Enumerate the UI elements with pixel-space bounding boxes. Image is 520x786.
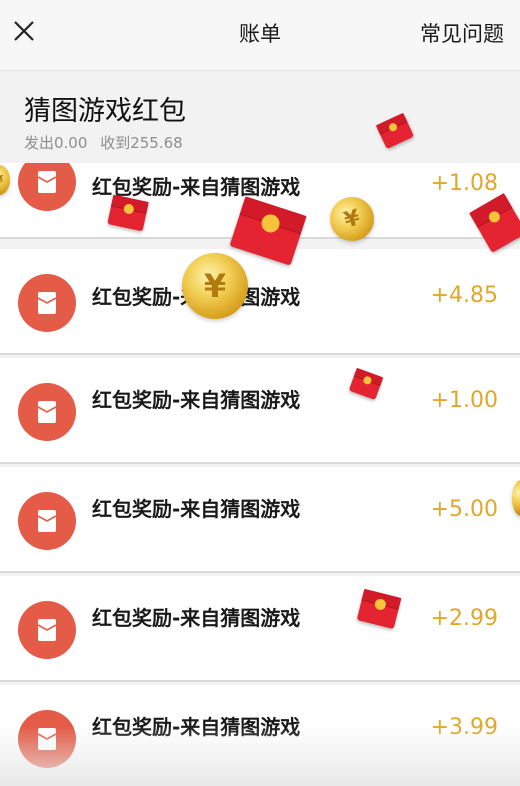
transaction-label: 红包奖励-来自猜图游戏 bbox=[92, 388, 301, 412]
transaction-label: 红包奖励-来自猜图游戏 bbox=[92, 175, 301, 199]
red-envelope-icon bbox=[18, 710, 76, 768]
transaction-list: 红包奖励-来自猜图游戏 +1.08 红包奖励-来自猜图游戏 +4.85 红包奖励… bbox=[0, 163, 520, 786]
game-title: 猜图游戏红包 bbox=[24, 96, 186, 127]
red-envelope-icon bbox=[18, 163, 76, 211]
summary-stats: 发出0.00 收到255.68 bbox=[24, 132, 191, 153]
transaction-label: 红包奖励-来自猜图游戏 bbox=[92, 715, 301, 739]
summary-section: 猜图游戏红包 发出0.00 收到255.68 bbox=[0, 71, 520, 161]
red-envelope-icon bbox=[18, 383, 76, 441]
transaction-amount: +1.08 bbox=[430, 171, 498, 196]
transaction-amount: +2.99 bbox=[430, 606, 498, 631]
top-nav-bar: 账单 常见问题 bbox=[0, 0, 520, 71]
transaction-label: 红包奖励-来自猜图游戏 bbox=[92, 606, 301, 630]
red-envelope-icon bbox=[18, 601, 76, 659]
transaction-amount: +5.00 bbox=[430, 497, 498, 522]
transaction-amount: +4.85 bbox=[430, 283, 498, 308]
transaction-amount: +1.00 bbox=[430, 388, 498, 413]
gold-coin-icon: ¥ bbox=[182, 253, 248, 319]
list-item[interactable]: 红包奖励-来自猜图游戏 +5.00 bbox=[0, 467, 520, 573]
red-envelope-icon bbox=[18, 274, 76, 332]
faq-link[interactable]: 常见问题 bbox=[420, 18, 504, 48]
sent-total: 发出0.00 bbox=[24, 134, 88, 152]
red-envelope-icon bbox=[18, 492, 76, 550]
list-item[interactable]: 红包奖励-来自猜图游戏 +3.99 bbox=[0, 685, 520, 786]
transaction-amount: +3.99 bbox=[430, 715, 498, 740]
list-item[interactable]: 红包奖励-来自猜图游戏 +1.00 bbox=[0, 358, 520, 464]
list-item[interactable]: 红包奖励-来自猜图游戏 +2.99 bbox=[0, 576, 520, 682]
list-item[interactable]: 红包奖励-来自猜图游戏 +4.85 bbox=[0, 249, 520, 355]
received-total: 收到255.68 bbox=[100, 134, 183, 152]
transaction-label: 红包奖励-来自猜图游戏 bbox=[92, 497, 301, 521]
